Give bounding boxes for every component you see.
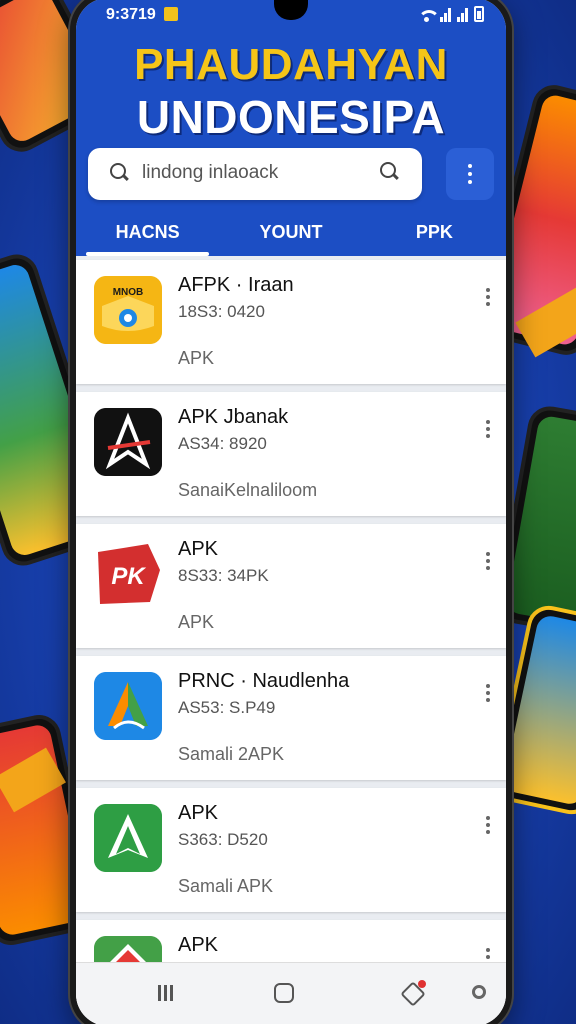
app-name: APK Jbanak xyxy=(178,406,289,428)
phone-screen: 9:3719 PHAUDAHYAN UNDONESIPA lindong inl… xyxy=(76,0,506,1024)
back-icon[interactable] xyxy=(402,980,426,1002)
icon-badge-text: MNOB xyxy=(113,287,144,298)
tab-bar: HACNS YOUNT PPK xyxy=(76,212,506,256)
camera-notch xyxy=(274,0,308,20)
status-bar: 9:3719 xyxy=(76,0,506,26)
search-icon xyxy=(110,163,128,181)
app-meta: AS53: S.P49 xyxy=(178,698,276,717)
tab-yount[interactable]: YOUNT xyxy=(219,212,362,256)
app-name: APK xyxy=(178,802,219,824)
app-meta: AS34: 8920 xyxy=(178,434,267,453)
app-name: PRNC · Naudlenha xyxy=(178,670,350,692)
app-subtitle: Samali APK xyxy=(178,876,274,896)
app-meta: S363: D520 xyxy=(178,830,268,849)
app-subtitle: SanaiKelnaliloom xyxy=(178,480,318,500)
status-icons xyxy=(418,6,484,22)
search-icon[interactable] xyxy=(380,162,400,182)
notification-icon xyxy=(164,7,178,21)
more-vertical-icon xyxy=(468,164,472,188)
battery-icon xyxy=(474,6,484,22)
green-triangle-icon xyxy=(94,804,162,872)
signal-icon xyxy=(440,8,451,22)
item-menu-icon[interactable] xyxy=(486,684,490,705)
page-title-line2: UNDONESIPA xyxy=(136,91,446,143)
list-item[interactable]: PRNC · Naudlenha AS53: S.P49 Samali 2APK xyxy=(76,656,506,780)
phone-frame: 9:3719 PHAUDAHYAN UNDONESIPA lindong inl… xyxy=(70,0,512,1024)
app-subtitle: Samali 2APK xyxy=(178,744,285,764)
search-value: lindong inlaoack xyxy=(142,162,279,183)
app-list: MNOB AFPK · Iraan 18S3: 0420 APK APK Jba… xyxy=(76,260,506,1024)
tab-hacns[interactable]: HACNS xyxy=(76,212,219,256)
app-name: APK xyxy=(178,538,219,560)
app-subtitle: APK xyxy=(178,612,215,632)
eye-logo-icon: MNOB xyxy=(94,276,162,344)
item-menu-icon[interactable] xyxy=(486,816,490,837)
home-icon[interactable] xyxy=(274,983,294,1003)
tab-ppk[interactable]: PPK xyxy=(363,212,506,256)
more-options-button[interactable] xyxy=(446,148,494,200)
status-time: 9:3719 xyxy=(106,6,156,23)
item-menu-icon[interactable] xyxy=(486,288,490,309)
item-menu-icon[interactable] xyxy=(486,420,490,441)
app-name: AFPK · Iraan xyxy=(178,274,294,296)
list-item[interactable]: APK Jbanak AS34: 8920 SanaiKelnaliloom xyxy=(76,392,506,516)
app-meta: 8S33: 34PK xyxy=(178,566,269,585)
item-menu-icon[interactable] xyxy=(486,552,490,573)
apk-shield-icon: PK xyxy=(94,540,162,608)
signal-icon xyxy=(457,8,468,22)
icon-badge-text: PK xyxy=(111,563,146,590)
list-item[interactable]: PK APK 8S33: 34PK APK xyxy=(76,524,506,648)
app-header: 9:3719 PHAUDAHYAN UNDONESIPA lindong inl… xyxy=(76,0,506,256)
recents-icon[interactable] xyxy=(158,985,173,1001)
list-item[interactable]: APK S363: D520 Samali APK xyxy=(76,788,506,912)
wifi-icon xyxy=(418,8,440,22)
app-subtitle: APK xyxy=(178,348,215,368)
assistant-icon[interactable] xyxy=(472,985,486,999)
app-name: APK xyxy=(178,934,219,956)
list-item[interactable]: MNOB AFPK · Iraan 18S3: 0420 APK xyxy=(76,260,506,384)
drive-logo-icon xyxy=(94,672,162,740)
page-title-line1: PHAUDAHYAN xyxy=(134,40,448,89)
search-input[interactable]: lindong inlaoack xyxy=(88,148,422,200)
system-nav-bar xyxy=(76,962,506,1024)
compass-logo-icon xyxy=(94,408,162,476)
app-meta: 18S3: 0420 xyxy=(178,302,265,321)
